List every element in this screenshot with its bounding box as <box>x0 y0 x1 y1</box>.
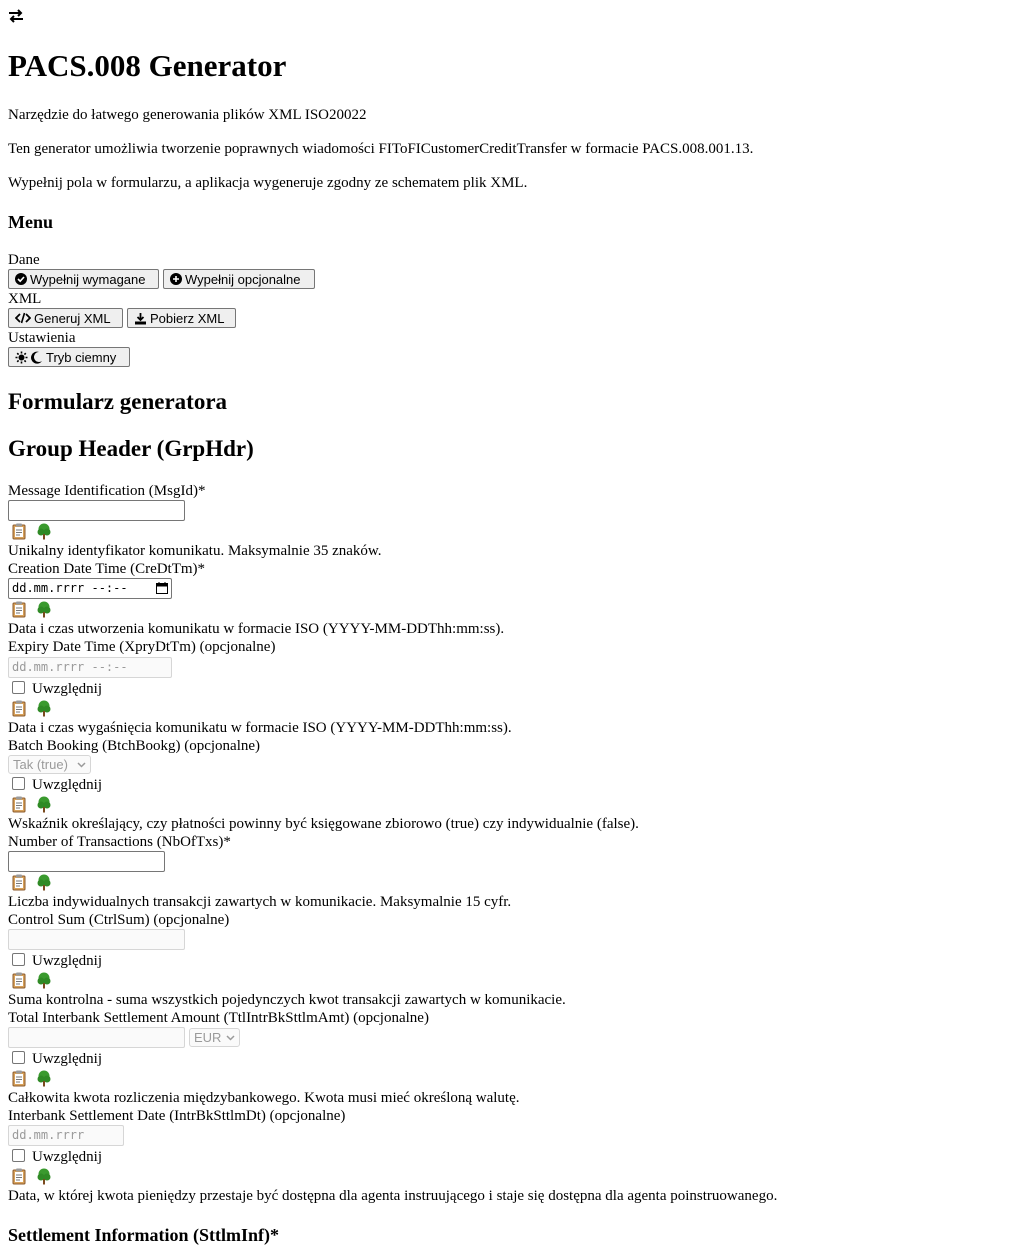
form-title: Formularz generatora <box>8 389 228 414</box>
btchbookg-include-label: Uwzględnij <box>32 777 102 793</box>
intrbksttlmdt-input[interactable]: dd.mm.rrrr <box>8 1125 124 1146</box>
nboftxs-help: Liczba indywidualnych transakcji zawarty… <box>8 894 512 910</box>
subtitle: Narzędzie do łatwego generowania plików … <box>8 107 367 123</box>
nboftxs-label: Number of Transactions (NbOfTxs)* <box>8 834 231 850</box>
ctrlsum-help: Suma kontrolna - suma wszystkich pojedyn… <box>8 992 566 1008</box>
msgid-input[interactable] <box>8 500 185 521</box>
download-xml-label: Pobierz XML <box>150 310 225 326</box>
xprydttm-input[interactable]: dd.mm.rrrr --:-- <box>8 657 172 678</box>
btchbookg-selected: Tak (true) <box>13 757 68 772</box>
clipboard-icon[interactable] <box>11 1168 27 1185</box>
group-header-title: Group Header (GrpHdr) <box>8 436 254 461</box>
chevron-down-icon <box>226 1034 235 1041</box>
credttm-placeholder: dd.mm.rrrr --:-- <box>12 581 128 595</box>
ctrlsum-include-label: Uwzględnij <box>32 953 102 969</box>
dark-mode-button[interactable]: Tryb ciemny <box>8 347 130 367</box>
code-icon <box>15 312 31 324</box>
generate-xml-label: Generuj XML <box>34 310 111 326</box>
msgid-label: Message Identification (MsgId)* <box>8 483 206 499</box>
description-1: Ten generator umożliwia tworzenie popraw… <box>8 141 754 157</box>
tree-icon[interactable] <box>36 700 52 717</box>
xprydttm-include-checkbox[interactable] <box>12 681 25 694</box>
tree-icon[interactable] <box>36 1168 52 1185</box>
ttlintrbksttlmamt-help: Całkowita kwota rozliczenia międzybankow… <box>8 1090 520 1106</box>
intrbksttlmdt-include-label: Uwzględnij <box>32 1149 102 1165</box>
msgid-help: Unikalny identyfikator komunikatu. Maksy… <box>8 543 382 559</box>
tree-icon[interactable] <box>36 796 52 813</box>
menu-dane-label: Dane <box>8 252 40 268</box>
fill-required-button[interactable]: Wypełnij wymagane <box>8 269 159 289</box>
clipboard-icon[interactable] <box>11 700 27 717</box>
tree-icon[interactable] <box>36 523 52 540</box>
menu-settings-label: Ustawienia <box>8 330 76 346</box>
ttlintrbksttlmamt-input[interactable] <box>8 1027 185 1048</box>
credttm-label: Creation Date Time (CreDtTm)* <box>8 561 206 577</box>
fill-optional-label: Wypełnij opcjonalne <box>185 271 301 287</box>
nboftxs-input[interactable] <box>8 851 165 872</box>
currency-selected: EUR <box>194 1030 222 1045</box>
credttm-input[interactable]: dd.mm.rrrr --:-- <box>8 578 172 599</box>
btchbookg-include-checkbox[interactable] <box>12 777 25 790</box>
tree-icon[interactable] <box>36 1070 52 1087</box>
description-2: Wypełnij pola w formularzu, a aplikacja … <box>8 175 528 191</box>
xprydttm-placeholder: dd.mm.rrrr --:-- <box>12 660 128 674</box>
intrbksttlmdt-label: Interbank Settlement Date (IntrBkSttlmDt… <box>8 1108 346 1124</box>
settlement-information-title: Settlement Information (SttlmInf)* <box>8 1225 279 1245</box>
clipboard-icon[interactable] <box>11 874 27 891</box>
calendar-icon[interactable] <box>156 582 168 594</box>
clipboard-icon[interactable] <box>11 972 27 989</box>
download-xml-button[interactable]: Pobierz XML <box>127 308 236 328</box>
ctrlsum-input[interactable] <box>8 929 185 950</box>
tree-icon[interactable] <box>36 972 52 989</box>
dark-mode-label: Tryb ciemny <box>46 349 117 365</box>
fill-optional-button[interactable]: Wypełnij opcjonalne <box>163 269 315 289</box>
xprydttm-include-label: Uwzględnij <box>32 681 102 697</box>
clipboard-icon[interactable] <box>11 601 27 618</box>
check-circle-icon <box>15 273 27 285</box>
ttlintrbksttlmamt-include-label: Uwzględnij <box>32 1051 102 1067</box>
menu-xml-label: XML <box>8 291 42 307</box>
generate-xml-button[interactable]: Generuj XML <box>8 308 123 328</box>
page-title: PACS.008 Generator <box>8 48 287 83</box>
btchbookg-select[interactable]: Tak (true) <box>8 755 91 774</box>
ttlintrbksttlmamt-label: Total Interbank Settlement Amount (TtlIn… <box>8 1010 429 1026</box>
ctrlsum-label: Control Sum (CtrlSum) (opcjonalne) <box>8 912 230 928</box>
clipboard-icon[interactable] <box>11 1070 27 1087</box>
ctrlsum-include-checkbox[interactable] <box>12 953 25 966</box>
intrbksttlmdt-include-checkbox[interactable] <box>12 1149 25 1162</box>
btchbookg-label: Batch Booking (BtchBookg) (opcjonalne) <box>8 738 261 754</box>
clipboard-icon[interactable] <box>11 523 27 540</box>
intrbksttlmdt-help: Data, w której kwota pieniędzy przestaje… <box>8 1188 778 1204</box>
tree-icon[interactable] <box>36 874 52 891</box>
credttm-help: Data i czas utworzenia komunikatu w form… <box>8 621 505 637</box>
chevron-down-icon <box>77 761 86 768</box>
xprydttm-help: Data i czas wygaśnięcia komunikatu w for… <box>8 720 512 736</box>
download-icon <box>135 312 146 324</box>
currency-select[interactable]: EUR <box>189 1028 240 1047</box>
btchbookg-help: Wskaźnik określający, czy płatności powi… <box>8 816 639 832</box>
moon-icon <box>31 351 42 364</box>
xprydttm-label: Expiry Date Time (XpryDtTm) (opcjonalne) <box>8 639 276 655</box>
intrbksttlmdt-placeholder: dd.mm.rrrr <box>12 1128 85 1142</box>
ttlintrbksttlmamt-include-checkbox[interactable] <box>12 1051 25 1064</box>
clipboard-icon[interactable] <box>11 796 27 813</box>
swap-arrows-icon[interactable] <box>8 8 24 24</box>
tree-icon[interactable] <box>36 601 52 618</box>
menu-title: Menu <box>8 212 53 232</box>
plus-circle-icon <box>170 273 182 285</box>
sun-icon <box>15 351 28 363</box>
fill-required-label: Wypełnij wymagane <box>30 271 146 287</box>
